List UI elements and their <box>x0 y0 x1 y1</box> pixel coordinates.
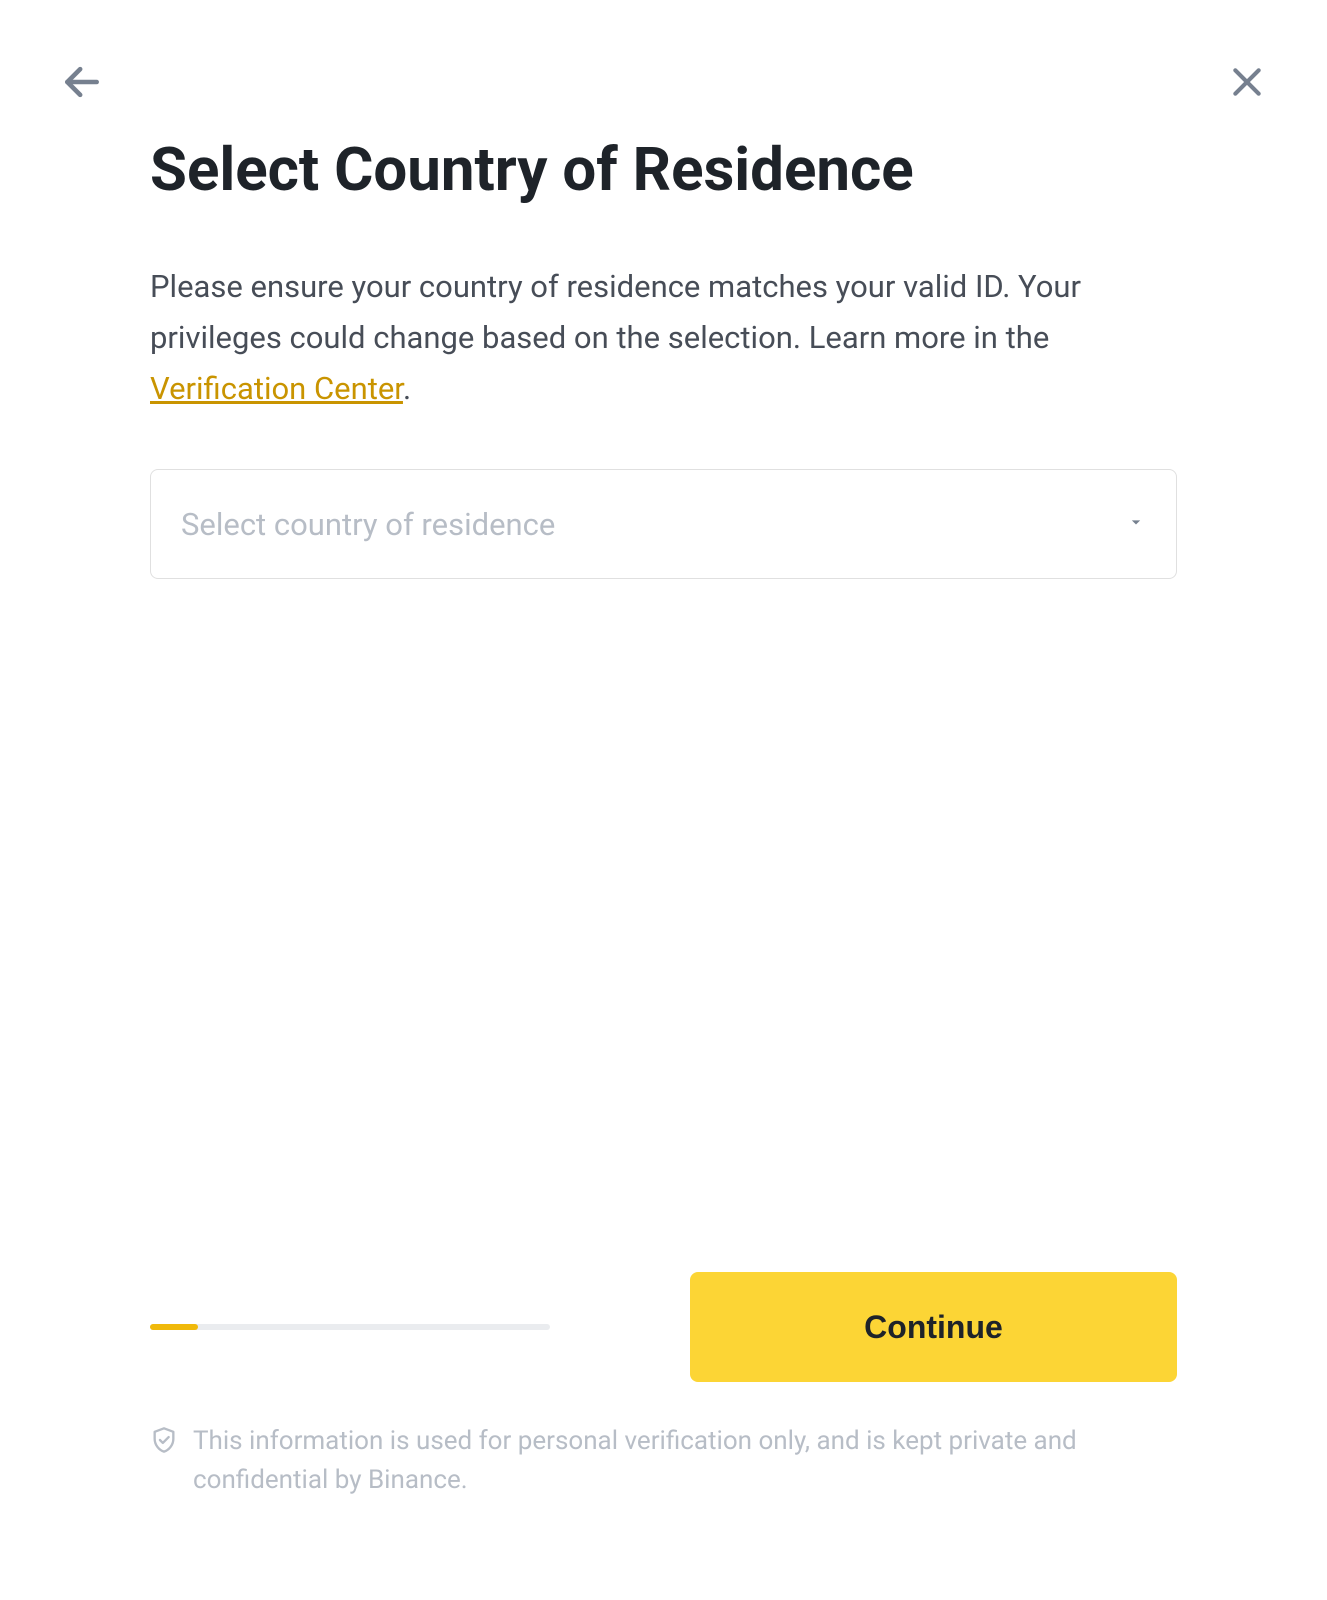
page-title: Select Country of Residence <box>150 134 1177 206</box>
country-select[interactable]: Select country of residence <box>150 469 1177 579</box>
verification-center-link[interactable]: Verification Center <box>150 370 403 407</box>
back-button[interactable] <box>60 60 104 104</box>
description-before: Please ensure your country of residence … <box>150 268 1081 356</box>
description-text: Please ensure your country of residence … <box>150 261 1177 414</box>
content-area: Select Country of Residence Please ensur… <box>60 134 1267 1272</box>
bottom-section: Continue This information is used for pe… <box>60 1272 1267 1540</box>
progress-fill <box>150 1324 198 1330</box>
header-icons <box>60 60 1267 104</box>
shield-check-icon <box>150 1426 178 1466</box>
modal-container: Select Country of Residence Please ensur… <box>0 0 1327 1600</box>
progress-continue-row: Continue <box>150 1272 1177 1382</box>
progress-bar <box>150 1324 550 1330</box>
disclaimer-text: This information is used for personal ve… <box>193 1422 1177 1500</box>
disclaimer: This information is used for personal ve… <box>150 1422 1177 1540</box>
caret-down-icon <box>1126 512 1146 536</box>
select-placeholder: Select country of residence <box>181 506 555 543</box>
close-icon <box>1227 62 1267 102</box>
description-after: . <box>403 370 411 407</box>
continue-button[interactable]: Continue <box>690 1272 1177 1382</box>
close-button[interactable] <box>1227 62 1267 102</box>
arrow-left-icon <box>60 60 104 104</box>
